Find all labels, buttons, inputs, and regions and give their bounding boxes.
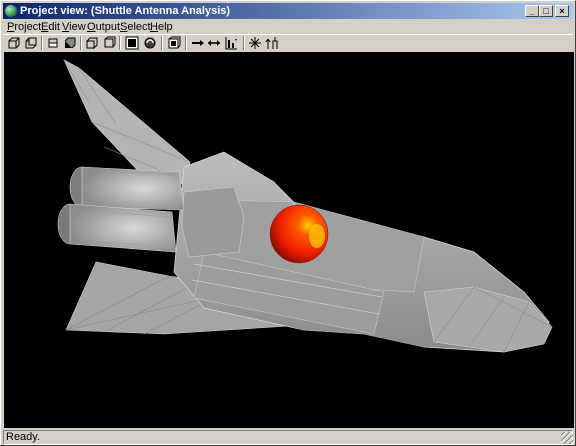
view-front-icon[interactable] xyxy=(7,36,21,50)
app-globe-icon xyxy=(5,5,17,17)
toolbar-separator xyxy=(161,36,163,50)
menu-select[interactable]: Select xyxy=(120,20,151,34)
view-back-icon[interactable] xyxy=(24,36,38,50)
main-engines xyxy=(57,166,185,253)
app-window: Project view: (Shuttle Antenna Analysis)… xyxy=(0,0,576,446)
view-bottom-icon[interactable] xyxy=(102,36,116,50)
radiation-pattern xyxy=(269,204,329,264)
view-right-icon[interactable] xyxy=(63,36,77,50)
view-top-icon[interactable] xyxy=(85,36,99,50)
status-text: Ready. xyxy=(3,430,573,445)
toolbar-separator xyxy=(185,36,187,50)
toolbar-separator xyxy=(80,36,82,50)
minimize-button[interactable]: _ xyxy=(525,5,539,17)
menu-bar: Project Edit View Output Select Help xyxy=(3,20,573,34)
view-left-icon[interactable] xyxy=(46,36,60,50)
menu-view[interactable]: View xyxy=(62,20,86,34)
menu-help[interactable]: Help xyxy=(150,20,173,34)
arrow-right-icon[interactable] xyxy=(191,36,205,50)
toolbar xyxy=(3,34,573,51)
tail-fin xyxy=(63,59,191,186)
render-icon[interactable] xyxy=(125,36,139,50)
resize-grip[interactable] xyxy=(561,432,573,444)
menu-project[interactable]: Project xyxy=(7,20,41,34)
status-bar: Ready. xyxy=(3,430,573,445)
maximize-button[interactable]: □ xyxy=(539,5,553,17)
close-button[interactable]: × xyxy=(555,5,569,17)
menu-output[interactable]: Output xyxy=(87,20,120,34)
3d-viewport[interactable] xyxy=(4,52,574,428)
shuttle-model-render xyxy=(57,59,553,353)
graph-icon[interactable] xyxy=(224,36,238,50)
toolbar-separator xyxy=(119,36,121,50)
toolbar-separator xyxy=(41,36,43,50)
star-icon[interactable] xyxy=(248,36,262,50)
perspective-icon[interactable] xyxy=(167,36,181,50)
rotate-icon[interactable] xyxy=(143,36,157,50)
title-bar[interactable]: Project view: (Shuttle Antenna Analysis)… xyxy=(3,3,573,19)
axis-icon[interactable] xyxy=(265,36,279,50)
toolbar-separator xyxy=(243,36,245,50)
arrow-double-icon[interactable] xyxy=(207,36,221,50)
menu-edit[interactable]: Edit xyxy=(41,20,60,34)
window-title: Project view: (Shuttle Antenna Analysis) xyxy=(20,5,231,17)
